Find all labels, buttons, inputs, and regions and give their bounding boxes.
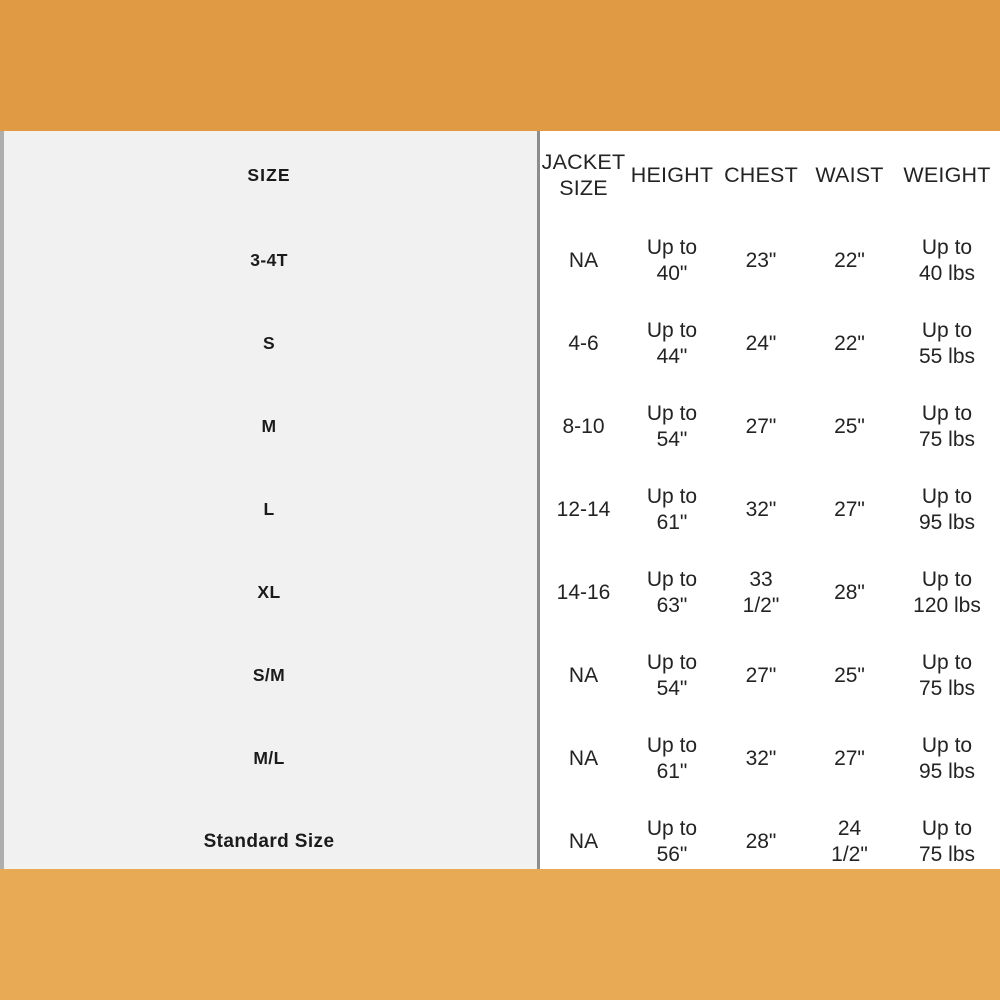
table-row: NA Up to 54" 27" 25" Up to 75 lbs: [540, 634, 999, 717]
cell-chest: 24": [745, 331, 777, 355]
measurements-header-row: JACKET SIZE HEIGHT CHEST WAIST WEIGHT: [540, 131, 999, 219]
table-row: NA Up to 61" 32" 27" Up to 95 lbs: [540, 717, 999, 800]
size-chart-page: SIZE 3-4T S M L XL S/M M/L Standard Size…: [0, 0, 1000, 1000]
cell-jacket-size: NA: [568, 829, 599, 853]
cell-waist: 25": [834, 414, 865, 438]
size-cell: XL: [4, 582, 537, 603]
column-header-weight: WEIGHT: [903, 163, 991, 187]
cell-jacket-size: NA: [568, 663, 599, 687]
cell-jacket-size: 12-14: [556, 497, 611, 521]
cell-chest: 23": [745, 248, 777, 272]
size-cell: 3-4T: [4, 250, 537, 271]
cell-height: Up to 40": [646, 235, 698, 285]
cell-waist: 27": [834, 497, 865, 521]
table-row: NA Up to 40" 23" 22" Up to 40 lbs: [540, 219, 999, 302]
top-background-band: [0, 0, 1000, 131]
cell-waist: 27": [834, 746, 865, 770]
size-column-header-row: SIZE: [4, 131, 537, 219]
size-row-0: 3-4T: [4, 219, 537, 302]
size-cell: Standard Size: [4, 831, 537, 853]
table-row: 14-16 Up to 63" 33 1/2" 28" Up to 120 lb…: [540, 551, 999, 634]
size-row-7: Standard Size: [4, 800, 537, 883]
cell-height: Up to 56": [646, 816, 698, 866]
size-label: S/M: [252, 665, 286, 685]
cell-weight: Up to 95 lbs: [918, 484, 976, 534]
size-row-6: M/L: [4, 717, 537, 800]
size-chart-table: SIZE 3-4T S M L XL S/M M/L Standard Size…: [0, 131, 1000, 869]
cell-chest: 28": [745, 829, 777, 853]
size-cell: M: [4, 416, 537, 437]
cell-chest: 32": [745, 746, 777, 770]
column-header-chest: CHEST: [724, 163, 798, 187]
cell-waist: 22": [834, 331, 865, 355]
cell-weight: Up to 95 lbs: [918, 733, 976, 783]
size-cell: S: [4, 333, 537, 354]
cell-height: Up to 54": [646, 401, 698, 451]
table-row: 4-6 Up to 44" 24" 22" Up to 55 lbs: [540, 302, 999, 385]
cell-waist: 25": [834, 663, 865, 687]
size-label-column: SIZE 3-4T S M L XL S/M M/L Standard Size: [0, 131, 540, 869]
cell-waist: 24 1/2": [831, 816, 868, 866]
cell-weight: Up to 120 lbs: [913, 567, 981, 617]
size-label: Standard Size: [203, 830, 335, 852]
table-row: NA Up to 56" 28" 24 1/2" Up to 75 lbs: [540, 800, 999, 883]
cell-chest: 27": [745, 414, 777, 438]
cell-weight: Up to 75 lbs: [918, 816, 976, 866]
cell-height: Up to 63": [646, 567, 698, 617]
cell-jacket-size: NA: [568, 248, 599, 272]
cell-height: Up to 61": [646, 484, 698, 534]
column-header-jacket-size: JACKET SIZE: [541, 150, 626, 200]
cell-jacket-size: 14-16: [556, 580, 611, 604]
size-row-3: L: [4, 468, 537, 551]
cell-weight: Up to 55 lbs: [918, 318, 976, 368]
table-row: 12-14 Up to 61" 32" 27" Up to 95 lbs: [540, 468, 999, 551]
size-cell: L: [4, 499, 537, 520]
cell-jacket-size: 4-6: [568, 331, 599, 355]
cell-height: Up to 54": [646, 650, 698, 700]
size-row-2: M: [4, 385, 537, 468]
size-label: XL: [257, 582, 281, 602]
size-row-4: XL: [4, 551, 537, 634]
cell-weight: Up to 75 lbs: [918, 650, 976, 700]
cell-chest: 32": [745, 497, 777, 521]
cell-weight: Up to 40 lbs: [918, 235, 976, 285]
size-column-header: SIZE: [4, 165, 537, 186]
cell-jacket-size: 8-10: [562, 414, 605, 438]
size-label: M: [261, 416, 277, 436]
cell-height: Up to 44": [646, 318, 698, 368]
size-row-1: S: [4, 302, 537, 385]
cell-chest: 27": [745, 663, 777, 687]
measurements-columns: JACKET SIZE HEIGHT CHEST WAIST WEIGHT NA…: [540, 131, 1000, 869]
cell-waist: 28": [834, 580, 865, 604]
cell-height: Up to 61": [646, 733, 698, 783]
cell-jacket-size: NA: [568, 746, 599, 770]
size-cell: S/M: [4, 665, 537, 686]
size-column-header-label: SIZE: [247, 164, 291, 185]
size-label: L: [263, 499, 275, 519]
cell-chest: 33 1/2": [742, 567, 780, 617]
size-label: 3-4T: [250, 250, 288, 270]
measurements-grid: JACKET SIZE HEIGHT CHEST WAIST WEIGHT NA…: [540, 131, 999, 869]
size-label: M/L: [253, 748, 285, 768]
table-row: 8-10 Up to 54" 27" 25" Up to 75 lbs: [540, 385, 999, 468]
cell-weight: Up to 75 lbs: [918, 401, 976, 451]
column-header-waist: WAIST: [815, 163, 884, 187]
size-label: S: [262, 333, 276, 353]
size-row-5: S/M: [4, 634, 537, 717]
column-header-height: HEIGHT: [630, 163, 714, 187]
size-cell: M/L: [4, 748, 537, 769]
bottom-background-band: [0, 869, 1000, 1000]
cell-waist: 22": [834, 248, 865, 272]
